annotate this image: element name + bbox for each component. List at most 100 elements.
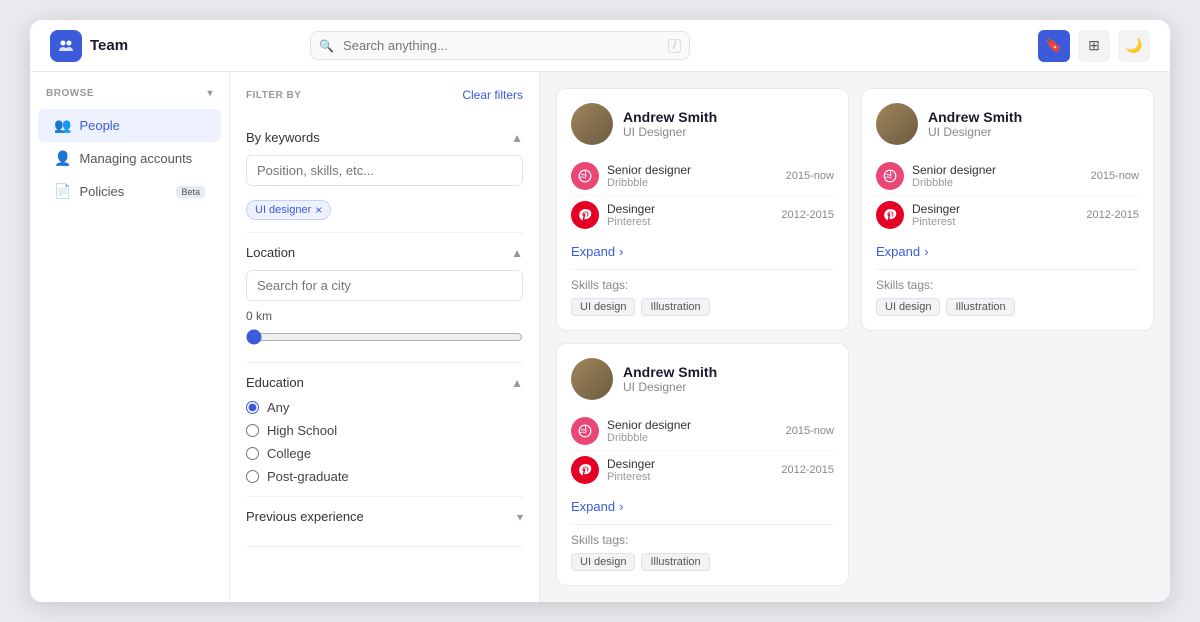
person-header-1: Andrew Smith UI Designer bbox=[571, 103, 834, 145]
expand-button-1[interactable]: Expand › bbox=[571, 244, 623, 259]
person-card-3: Andrew Smith UI Designer Senior designer… bbox=[556, 343, 849, 586]
exp-role-2-1: Desinger bbox=[912, 202, 1078, 216]
dribbble-logo-3 bbox=[571, 417, 599, 445]
theme-toggle-button[interactable]: 🌙 bbox=[1118, 30, 1150, 62]
filter-by-label: Filter By bbox=[246, 90, 301, 101]
avatar-2 bbox=[876, 103, 918, 145]
grid-button[interactable]: ⊞ bbox=[1078, 30, 1110, 62]
search-shortcut: / bbox=[668, 39, 681, 53]
education-any[interactable]: Any bbox=[246, 400, 523, 415]
exp-period-1-1: 2012-2015 bbox=[781, 209, 834, 221]
keyword-tag-remove[interactable]: × bbox=[315, 203, 322, 217]
keyword-tag-ui-designer: UI designer × bbox=[246, 200, 331, 220]
exp-period-3-0: 2015-now bbox=[786, 425, 834, 437]
exp-info-2-1: Desinger Pinterest bbox=[912, 202, 1078, 228]
bookmark-button[interactable]: 🔖 bbox=[1038, 30, 1070, 62]
browse-label: Browse bbox=[46, 88, 94, 99]
sidebar: Browse ▾ 👥 People 👤 Managing accounts 📄 … bbox=[30, 72, 230, 602]
exp-item-2-0: Senior designer Dribbble 2015-now bbox=[876, 157, 1139, 196]
skills-label-2: Skills tags: bbox=[876, 278, 1139, 292]
exp-item-1-0: Senior designer Dribbble 2015-now bbox=[571, 157, 834, 196]
skills-tags-2: UI design Illustration bbox=[876, 298, 1139, 316]
policies-icon: 📄 bbox=[54, 183, 71, 200]
education-postgrad[interactable]: Post-graduate bbox=[246, 469, 523, 484]
education-hs-label: High School bbox=[267, 423, 337, 438]
skills-section-1: Skills tags: UI design Illustration bbox=[571, 278, 834, 316]
education-label: Education bbox=[246, 375, 304, 390]
education-college-label: College bbox=[267, 446, 311, 461]
education-high-school[interactable]: High School bbox=[246, 423, 523, 438]
person-title-1: UI Designer bbox=[623, 125, 717, 139]
expand-button-3[interactable]: Expand › bbox=[571, 499, 623, 514]
exp-info-1-1: Desinger Pinterest bbox=[607, 202, 773, 228]
nav-actions: 🔖 ⊞ 🌙 bbox=[1038, 30, 1150, 62]
expand-chevron: › bbox=[619, 244, 623, 259]
exp-company-1-1: Pinterest bbox=[607, 216, 773, 228]
pinterest-logo bbox=[571, 201, 599, 229]
exp-period-2-0: 2015-now bbox=[1091, 170, 1139, 182]
education-section-header[interactable]: Education ▲ bbox=[246, 375, 523, 390]
person-info-2: Andrew Smith UI Designer bbox=[928, 109, 1022, 139]
experience-list-1: Senior designer Dribbble 2015-now Desing… bbox=[571, 157, 834, 234]
main-body: Browse ▾ 👥 People 👤 Managing accounts 📄 … bbox=[30, 72, 1170, 602]
sidebar-item-managing-accounts[interactable]: 👤 Managing accounts bbox=[38, 142, 221, 175]
person-name-1: Andrew Smith bbox=[623, 109, 717, 125]
sidebar-item-policies[interactable]: 📄 Policies Beta bbox=[38, 175, 221, 208]
education-college[interactable]: College bbox=[246, 446, 523, 461]
search-input[interactable] bbox=[310, 31, 690, 60]
keyword-tag-text: UI designer bbox=[255, 204, 311, 216]
skills-tags-3: UI design Illustration bbox=[571, 553, 834, 571]
logo-icon bbox=[50, 30, 82, 62]
person-info-1: Andrew Smith UI Designer bbox=[623, 109, 717, 139]
account-icon: 👤 bbox=[54, 150, 71, 167]
prev-experience-label: Previous experience bbox=[246, 509, 364, 524]
keywords-section: By keywords ▲ UI designer × bbox=[246, 118, 523, 233]
browse-chevron: ▾ bbox=[207, 88, 213, 99]
skill-3-1: Illustration bbox=[641, 553, 709, 571]
exp-item-3-0: Senior designer Dribbble 2015-now bbox=[571, 412, 834, 451]
person-card-1: Andrew Smith UI Designer Senior designer… bbox=[556, 88, 849, 331]
education-options: Any High School College Post-graduate bbox=[246, 400, 523, 484]
keywords-section-header[interactable]: By keywords ▲ bbox=[246, 130, 523, 145]
dribbble-logo-2 bbox=[876, 162, 904, 190]
range-label: 0 km bbox=[246, 309, 523, 323]
education-any-radio[interactable] bbox=[246, 401, 259, 414]
prev-experience-header[interactable]: Previous experience ▾ bbox=[246, 509, 523, 524]
keywords-input[interactable] bbox=[246, 155, 523, 186]
exp-company-2-0: Dribbble bbox=[912, 177, 1083, 189]
person-name-3: Andrew Smith bbox=[623, 364, 717, 380]
exp-info-1-0: Senior designer Dribbble bbox=[607, 163, 778, 189]
person-card-2: Andrew Smith UI Designer Senior designer… bbox=[861, 88, 1154, 331]
city-search-input[interactable] bbox=[246, 270, 523, 301]
location-section-header[interactable]: Location ▲ bbox=[246, 245, 523, 260]
skills-section-2: Skills tags: UI design Illustration bbox=[876, 278, 1139, 316]
exp-info-2-0: Senior designer Dribbble bbox=[912, 163, 1083, 189]
education-college-radio[interactable] bbox=[246, 447, 259, 460]
sidebar-label-policies: Policies bbox=[79, 184, 124, 199]
people-icon: 👥 bbox=[54, 117, 71, 134]
experience-list-2: Senior designer Dribbble 2015-now Desing… bbox=[876, 157, 1139, 234]
pinterest-logo-3 bbox=[571, 456, 599, 484]
clear-filters-button[interactable]: Clear filters bbox=[462, 88, 523, 102]
skills-label-1: Skills tags: bbox=[571, 278, 834, 292]
sidebar-label-people: People bbox=[79, 118, 119, 133]
keywords-label: By keywords bbox=[246, 130, 320, 145]
app-title: Team bbox=[90, 37, 128, 54]
education-pg-radio[interactable] bbox=[246, 470, 259, 483]
results-area: Andrew Smith UI Designer Senior designer… bbox=[540, 72, 1170, 602]
exp-company-3-1: Pinterest bbox=[607, 471, 773, 483]
filter-panel: Filter By Clear filters By keywords ▲ UI… bbox=[230, 72, 540, 602]
sidebar-item-people[interactable]: 👥 People bbox=[38, 109, 221, 142]
exp-info-3-1: Desinger Pinterest bbox=[607, 457, 773, 483]
skill-2-1: Illustration bbox=[946, 298, 1014, 316]
skills-tags-1: UI design Illustration bbox=[571, 298, 834, 316]
education-section: Education ▲ Any High School College bbox=[246, 363, 523, 497]
exp-item-1-1: Desinger Pinterest 2012-2015 bbox=[571, 196, 834, 234]
exp-role-1-0: Senior designer bbox=[607, 163, 778, 177]
expand-button-2[interactable]: Expand › bbox=[876, 244, 928, 259]
education-hs-radio[interactable] bbox=[246, 424, 259, 437]
location-label: Location bbox=[246, 245, 295, 260]
logo-area: Team bbox=[50, 30, 128, 62]
exp-company-3-0: Dribbble bbox=[607, 432, 778, 444]
distance-slider[interactable] bbox=[246, 329, 523, 345]
